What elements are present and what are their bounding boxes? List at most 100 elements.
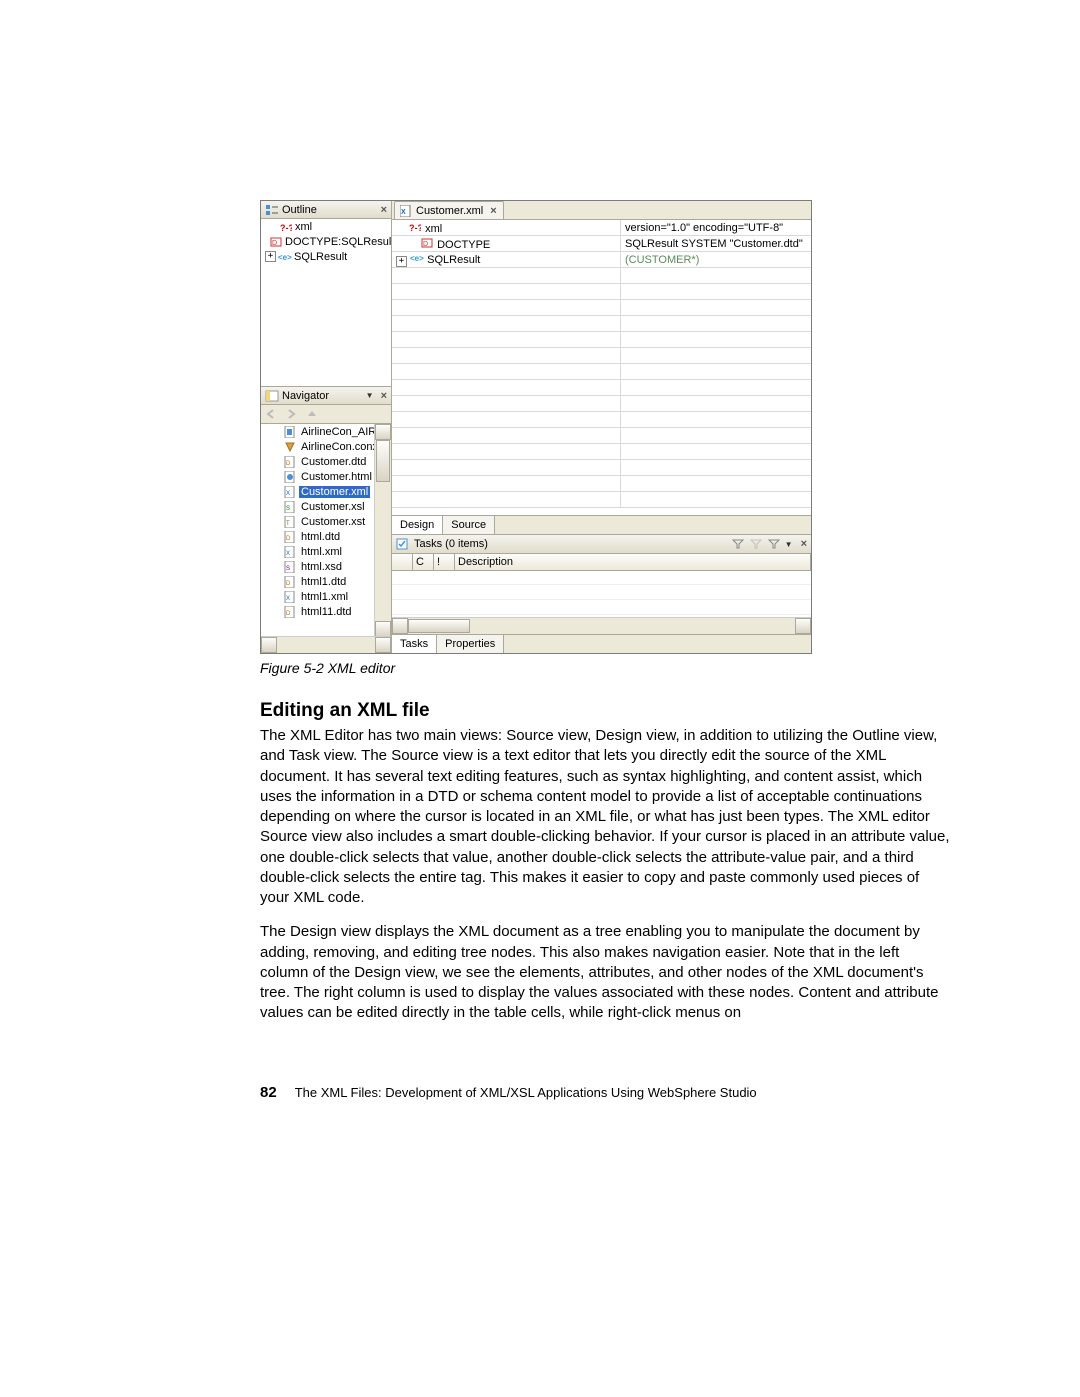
xml-file-icon: X	[283, 591, 297, 603]
file-label: Customer.html	[299, 471, 374, 483]
svg-text:D: D	[272, 240, 277, 247]
tasks-col-description[interactable]: Description	[455, 554, 811, 570]
svg-text:D: D	[286, 581, 291, 587]
svg-text:<e>: <e>	[410, 254, 424, 263]
navigator-file[interactable]: Shtml.xsd	[261, 559, 375, 574]
con-file-icon	[283, 441, 297, 453]
navigator-file[interactable]: Dhtml1.dtd	[261, 574, 375, 589]
navigator-tree[interactable]: AirlineCon_AIRLINE.AirlineCon.conxmiDCus…	[261, 424, 391, 653]
section-heading: Editing an XML file	[260, 700, 950, 722]
tasks-table[interactable]: C ! Description	[392, 554, 811, 634]
navigator-file[interactable]: Customer.html	[261, 469, 375, 484]
svg-text:<e>: <e>	[278, 253, 292, 262]
tree-label: DOCTYPE:SQLResult	[285, 236, 391, 248]
navigator-file[interactable]: Xhtml.xml	[261, 544, 375, 559]
editor-tab-customer-xml[interactable]: X Customer.xml ×	[394, 201, 504, 219]
design-row-value[interactable]: version="1.0" encoding="UTF-8"	[621, 220, 812, 236]
navigator-file[interactable]: DCustomer.dtd	[261, 454, 375, 469]
tasks-col-c[interactable]: C	[413, 554, 434, 570]
scrollbar-horizontal[interactable]	[261, 636, 391, 653]
editor-mode-tabs: Design Source	[392, 516, 811, 535]
tab-source[interactable]: Source	[443, 516, 495, 534]
file-label: html.xsd	[299, 561, 344, 573]
scrollbar-vertical[interactable]	[374, 424, 391, 637]
body-paragraph: The Design view displays the XML documen…	[260, 922, 950, 1023]
tasks-icon	[396, 538, 410, 550]
doctype-icon: D	[269, 236, 283, 248]
svg-text:X: X	[286, 491, 290, 497]
page-number: 82	[260, 1084, 277, 1101]
filter-icon[interactable]	[767, 538, 781, 550]
svg-text:?-?: ?-?	[409, 223, 421, 232]
xsd-file-icon: S	[283, 561, 297, 573]
design-row-name[interactable]: + <e> SQLResult	[392, 252, 621, 268]
navigator-file[interactable]: Dhtml.dtd	[261, 529, 375, 544]
pi-icon: ?-?	[408, 221, 422, 233]
node-name: xml	[425, 223, 442, 235]
node-value[interactable]: SQLResult SYSTEM "Customer.dtd"	[625, 238, 803, 250]
expand-icon[interactable]: +	[396, 256, 407, 267]
outline-node[interactable]: ?-?xml	[261, 219, 391, 234]
xml-file-icon: X	[283, 546, 297, 558]
tab-tasks[interactable]: Tasks	[392, 635, 437, 653]
filter-icon[interactable]	[749, 538, 763, 550]
html-file-icon	[283, 471, 297, 483]
file-label: AirlineCon_AIRLINE.	[299, 426, 375, 438]
close-icon[interactable]: ×	[381, 390, 387, 402]
design-row-name[interactable]: ?-? xml	[392, 220, 621, 236]
close-icon[interactable]: ×	[801, 538, 807, 550]
nav-up-icon[interactable]	[305, 408, 319, 420]
tab-design[interactable]: Design	[392, 516, 443, 534]
design-row-value[interactable]: (CUSTOMER*)	[621, 252, 812, 268]
navigator-file[interactable]: Xhtml1.xml	[261, 589, 375, 604]
navigator-file[interactable]: SCustomer.xsl	[261, 499, 375, 514]
navigator-file[interactable]: AirlineCon_AIRLINE.	[261, 424, 375, 439]
xml-editor-screenshot: Outline × ?-?xmlDDOCTYPE:SQLResult+<e>SQ…	[260, 200, 812, 654]
navigator-file[interactable]: XCustomer.xml	[261, 484, 375, 499]
design-row-value[interactable]: SQLResult SYSTEM "Customer.dtd"	[621, 236, 812, 252]
doctype-icon: D	[420, 237, 434, 249]
xst-file-icon: T	[283, 516, 297, 528]
view-menu-icon[interactable]: ▼	[366, 391, 374, 400]
navigator-file[interactable]: Dhtml11.dtd	[261, 604, 375, 619]
svg-text:?-?: ?-?	[280, 223, 292, 232]
navigator-toolbar	[261, 405, 391, 424]
dtd-file-icon: D	[283, 456, 297, 468]
svg-text:D: D	[286, 536, 291, 542]
file-label: Customer.xsl	[299, 501, 367, 513]
node-value[interactable]: version="1.0" encoding="UTF-8"	[625, 222, 783, 234]
navigator-icon	[265, 390, 279, 402]
tree-label: SQLResult	[294, 251, 347, 263]
expand-icon[interactable]: +	[265, 251, 276, 262]
elem-icon: <e>	[278, 251, 292, 263]
dtd-file-icon: D	[283, 531, 297, 543]
tasks-col-priority[interactable]: !	[434, 554, 455, 570]
editor-tab-bar: X Customer.xml ×	[392, 201, 811, 220]
view-menu-icon[interactable]: ▼	[785, 540, 793, 549]
outline-node[interactable]: +<e>SQLResult	[261, 249, 391, 264]
navigator-file[interactable]: AirlineCon.conxmi	[261, 439, 375, 454]
tasks-col-completed[interactable]	[392, 554, 413, 570]
outline-node[interactable]: D DOCTYPE:SQLResult	[261, 234, 391, 249]
footer-title: The XML Files: Development of XML/XSL Ap…	[295, 1085, 757, 1100]
navigator-file[interactable]: TCustomer.xst	[261, 514, 375, 529]
node-name: SQLResult	[427, 254, 480, 266]
scrollbar-horizontal[interactable]	[392, 617, 811, 634]
file-label: html1.xml	[299, 591, 350, 603]
filter-icon[interactable]	[731, 538, 745, 550]
nav-back-icon[interactable]	[265, 408, 279, 420]
tab-properties[interactable]: Properties	[437, 635, 504, 653]
navigator-view-title: Navigator ▼ ×	[261, 387, 391, 405]
svg-text:D: D	[423, 241, 428, 248]
outline-tree[interactable]: ?-?xmlDDOCTYPE:SQLResult+<e>SQLResult	[261, 219, 391, 386]
file-label: html11.dtd	[299, 606, 354, 618]
node-value[interactable]: (CUSTOMER*)	[625, 254, 699, 266]
close-icon[interactable]: ×	[490, 205, 496, 217]
outline-view-title: Outline ×	[261, 201, 391, 219]
xml-design-view[interactable]: ?-? xml version="1.0" encoding="UTF-8" D D…	[392, 220, 811, 516]
sql-file-icon	[283, 426, 297, 438]
xsl-file-icon: S	[283, 501, 297, 513]
design-row-name[interactable]: D DOCTYPE	[392, 236, 621, 252]
close-icon[interactable]: ×	[381, 204, 387, 216]
nav-forward-icon[interactable]	[285, 408, 299, 420]
